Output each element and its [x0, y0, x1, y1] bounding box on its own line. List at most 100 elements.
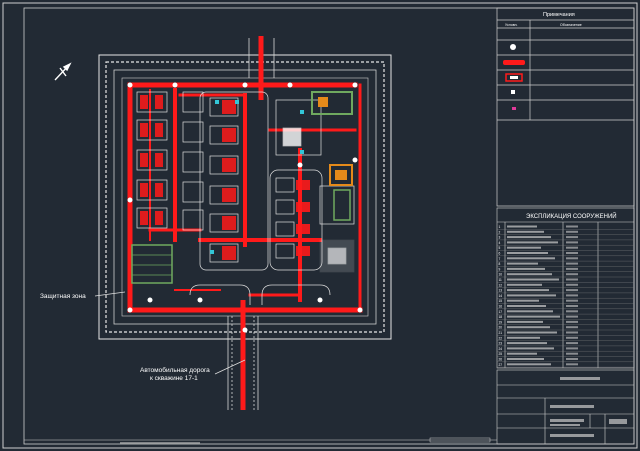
north-arrow-icon — [54, 62, 72, 81]
explication-row-value — [566, 363, 578, 366]
explication-row-number: 12 — [499, 283, 503, 287]
explication-row-value — [566, 320, 578, 323]
explication-row-number: 16 — [499, 305, 503, 309]
cyan-markers — [210, 100, 304, 254]
road-label-line-1: Автомобильная дорога — [140, 366, 210, 374]
explication-row-value — [566, 278, 578, 281]
explication-row-number: 5 — [499, 246, 501, 250]
explication-row-value — [566, 352, 578, 355]
explication-row-value — [566, 299, 578, 302]
legend-col2: Обозначение — [560, 23, 582, 27]
explication-row-value — [566, 257, 578, 260]
explication-row-value — [566, 267, 578, 270]
explication-row-name — [507, 358, 544, 360]
legend-panel — [496, 7, 635, 207]
explication-row-value — [566, 252, 578, 254]
explication-row-value — [566, 236, 578, 239]
main-pipelines — [127, 82, 363, 313]
explication-row-name — [507, 252, 548, 254]
explication-row-value — [566, 225, 578, 228]
explication-row-number: 17 — [499, 310, 503, 314]
explication-row-number: 3 — [499, 236, 501, 240]
explication-row-number: 15 — [499, 299, 503, 303]
explication-row-value — [566, 283, 578, 286]
explication-row-name — [507, 342, 547, 345]
explication-row-value — [566, 347, 578, 350]
explication-row-value — [566, 289, 578, 292]
explication-row-number: 20 — [499, 326, 503, 330]
explication-row-name — [507, 363, 551, 366]
explication-row-value — [566, 310, 578, 313]
explication-row-value — [566, 294, 578, 297]
well-pads-middle — [199, 91, 269, 271]
explication-row-number: 23 — [499, 342, 503, 346]
explication-row-number: 21 — [499, 331, 503, 335]
zone-label: Защитная зона — [40, 293, 86, 300]
legend-marker-icon — [512, 107, 516, 110]
explication-row-name — [507, 230, 544, 233]
legend-pad-core — [510, 76, 518, 79]
explication-row-value — [566, 305, 578, 307]
explication-row-value — [566, 331, 578, 334]
bottom-note-bar — [120, 442, 200, 444]
green-unit-right — [333, 189, 351, 221]
explication-row-number: 10 — [499, 273, 503, 277]
green-area-bottom-left — [131, 244, 173, 284]
explication-row-value — [566, 230, 578, 233]
explication-row-number: 7 — [499, 257, 501, 261]
explication-row-name — [507, 352, 537, 355]
explication-row-value — [566, 326, 578, 329]
explication-row-name — [507, 257, 555, 260]
legend-col1: Условн. — [505, 23, 518, 27]
explication-row-value — [566, 342, 578, 345]
site-plan-drawing[interactable]: Защитная зона Автомобильная дорога к скв… — [0, 0, 640, 451]
cad-viewport[interactable]: Защитная зона Автомобильная дорога к скв… — [0, 0, 640, 451]
explication-row-name — [507, 310, 553, 313]
explication-row-value — [566, 315, 578, 318]
explication-row-number: 18 — [499, 315, 503, 319]
explication-row-name — [507, 262, 538, 265]
explication-row-number: 19 — [499, 320, 503, 324]
well-pads-middle-hatch — [222, 100, 236, 260]
explication-rows: 1234567891011121314151617181920212223242… — [497, 225, 634, 368]
explication-row-name — [507, 225, 537, 228]
explication-row-name — [507, 267, 545, 270]
explication-row-value — [566, 246, 578, 249]
explication-row-number: 4 — [499, 241, 501, 245]
legend-small-icon — [511, 90, 515, 94]
explication-row-number: 22 — [499, 336, 503, 340]
explication-row-name — [507, 289, 549, 292]
explication-row-value — [566, 358, 578, 360]
explication-row-number: 25 — [499, 352, 503, 356]
explication-row-name — [507, 278, 559, 281]
explication-row-name — [507, 336, 540, 339]
explication-row-number: 11 — [499, 278, 503, 282]
explication-row-number: 26 — [499, 358, 503, 362]
well-pads-left-hatch — [140, 95, 163, 225]
explication-title: ЭКСПЛИКАЦИЯ СООРУЖЕНИЙ — [526, 212, 617, 220]
legend-node-icon — [510, 44, 516, 50]
explication-row-name — [507, 236, 551, 239]
explication-row-name — [507, 305, 546, 307]
explication-row-number: 27 — [499, 363, 503, 367]
explication-row-number: 13 — [499, 289, 503, 293]
legend-title: Примечания — [543, 12, 575, 18]
explication-row-name — [507, 273, 552, 276]
explication-row-name — [507, 320, 543, 323]
explication-row-name — [507, 294, 556, 297]
explication-row-name — [507, 246, 541, 249]
orange-unit-core — [335, 170, 347, 180]
explication-row-number: 9 — [499, 267, 501, 271]
explication-row-value — [566, 336, 578, 339]
legend-pipe-icon — [503, 60, 525, 65]
green-unit-marker — [318, 97, 328, 107]
explication-row-number: 6 — [499, 252, 501, 256]
road-label-line-2: к скважине 17-1 — [150, 375, 198, 382]
explication-row-name — [507, 241, 558, 244]
explication-row-number: 14 — [499, 294, 503, 298]
explication-row-number: 2 — [499, 230, 501, 234]
explication-row-value — [566, 241, 578, 244]
drawing-border — [23, 7, 635, 445]
explication-row-name — [507, 347, 554, 350]
explication-row-number: 1 — [499, 225, 501, 229]
